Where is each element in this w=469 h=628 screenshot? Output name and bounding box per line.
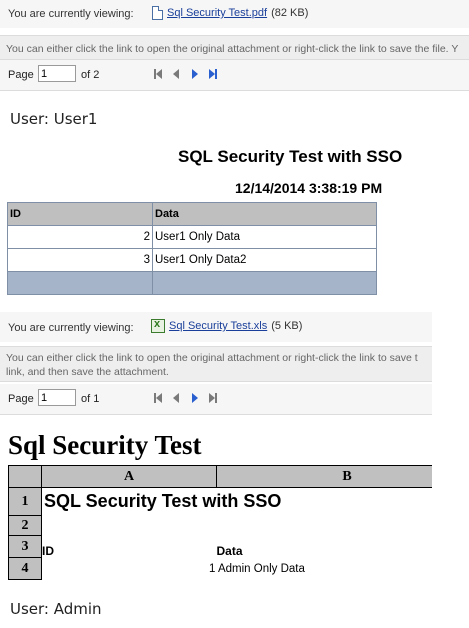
- column-header-b: B: [216, 465, 432, 488]
- table-row: 2 User1 Only Data: [7, 225, 377, 249]
- page-count: of 1: [81, 393, 100, 405]
- page-count: of 2: [81, 69, 100, 81]
- attachment-viewer-bar-pdf: You are currently viewing: Sql Security …: [0, 0, 469, 28]
- hint-line: You can either click the link to open th…: [6, 352, 418, 364]
- user-label-admin: User: Admin: [10, 600, 102, 618]
- sheet-row: 4 1 Admin Only Data: [8, 557, 433, 580]
- row-number: 4: [8, 557, 42, 580]
- prev-page-icon[interactable]: [169, 68, 183, 80]
- last-page-icon[interactable]: [206, 68, 220, 80]
- column-header-id: ID: [7, 202, 153, 226]
- sheet-title: Sql Security Test: [8, 430, 202, 460]
- save-hint-text: You can either click the link to open th…: [0, 346, 432, 382]
- attachment-viewer-bar-xls: You are currently viewing: Sql Security …: [0, 312, 432, 342]
- prev-page-icon[interactable]: [169, 392, 183, 404]
- first-page-icon[interactable]: [151, 68, 165, 80]
- sheet-row: 3 ID Data: [8, 535, 433, 558]
- page-number-input[interactable]: [38, 65, 76, 82]
- cell-a3: ID: [42, 543, 54, 558]
- footer-cell: [7, 271, 153, 295]
- spreadsheet-wrapper: A B 1 SQL Security Test with SSO 2 3 ID …: [8, 465, 432, 580]
- attachment-file: Sql Security Test.xls (5 KB): [151, 318, 303, 333]
- cell-empty: [42, 516, 433, 536]
- column-header-data: Data: [152, 202, 377, 226]
- excel-file-icon: [151, 318, 165, 333]
- file-size: (82 KB): [271, 7, 309, 19]
- cell-row4: 1 Admin Only Data: [209, 562, 305, 575]
- first-page-icon[interactable]: [151, 392, 165, 404]
- table-footer-row: [7, 271, 377, 295]
- page-label: Page: [8, 69, 34, 81]
- cell-id: 2: [7, 225, 153, 249]
- pager-pdf: Page of 2: [0, 60, 469, 91]
- corner-cell: [8, 465, 42, 488]
- attachment-link-xls[interactable]: Sql Security Test.xls: [169, 320, 267, 332]
- pdf-file-icon: [152, 6, 163, 20]
- row-number: 3: [8, 535, 42, 558]
- column-header-a: A: [41, 465, 217, 488]
- column-header-row: A B: [8, 465, 432, 488]
- table-row: 3 User1 Only Data2: [7, 248, 377, 272]
- cell-data: User1 Only Data2: [152, 248, 377, 272]
- table-header-row: ID Data: [7, 202, 377, 226]
- attachment-file: Sql Security Test.pdf (82 KB): [152, 6, 308, 20]
- sheet-row: 2: [8, 515, 433, 536]
- hint-line: link, and then save the attachment.: [6, 366, 169, 378]
- attachment-link-pdf[interactable]: Sql Security Test.pdf: [167, 7, 267, 19]
- cell-b3: Data: [216, 543, 243, 558]
- row-number: 2: [8, 515, 42, 536]
- report-table: ID Data 2 User1 Only Data 3 User1 Only D…: [7, 202, 377, 295]
- report-title: SQL Security Test with SSO: [178, 147, 403, 166]
- pager-xls: Page of 1: [0, 384, 432, 415]
- page-label: Page: [8, 393, 34, 405]
- spreadsheet-grid: A B 1 SQL Security Test with SSO 2 3 ID …: [8, 465, 432, 580]
- cell-data: User1 Only Data: [152, 225, 377, 249]
- file-size: (5 KB): [271, 320, 303, 332]
- footer-cell: [152, 271, 377, 295]
- page-number-input[interactable]: [38, 389, 76, 406]
- viewing-label: You are currently viewing:: [8, 8, 134, 20]
- row-number: 1: [8, 487, 42, 516]
- viewing-label: You are currently viewing:: [8, 322, 134, 334]
- next-page-icon[interactable]: [188, 392, 202, 404]
- user-label-user1: User: User1: [10, 110, 98, 128]
- cell-a1: SQL Security Test with SSO: [44, 491, 282, 512]
- save-hint-text: You can either click the link to open th…: [0, 35, 469, 60]
- last-page-icon[interactable]: [206, 392, 220, 404]
- cell-id: 3: [7, 248, 153, 272]
- next-page-icon[interactable]: [188, 68, 202, 80]
- sheet-row: 1 SQL Security Test with SSO: [8, 487, 433, 516]
- report-date: 12/14/2014 3:38:19 PM: [235, 180, 383, 196]
